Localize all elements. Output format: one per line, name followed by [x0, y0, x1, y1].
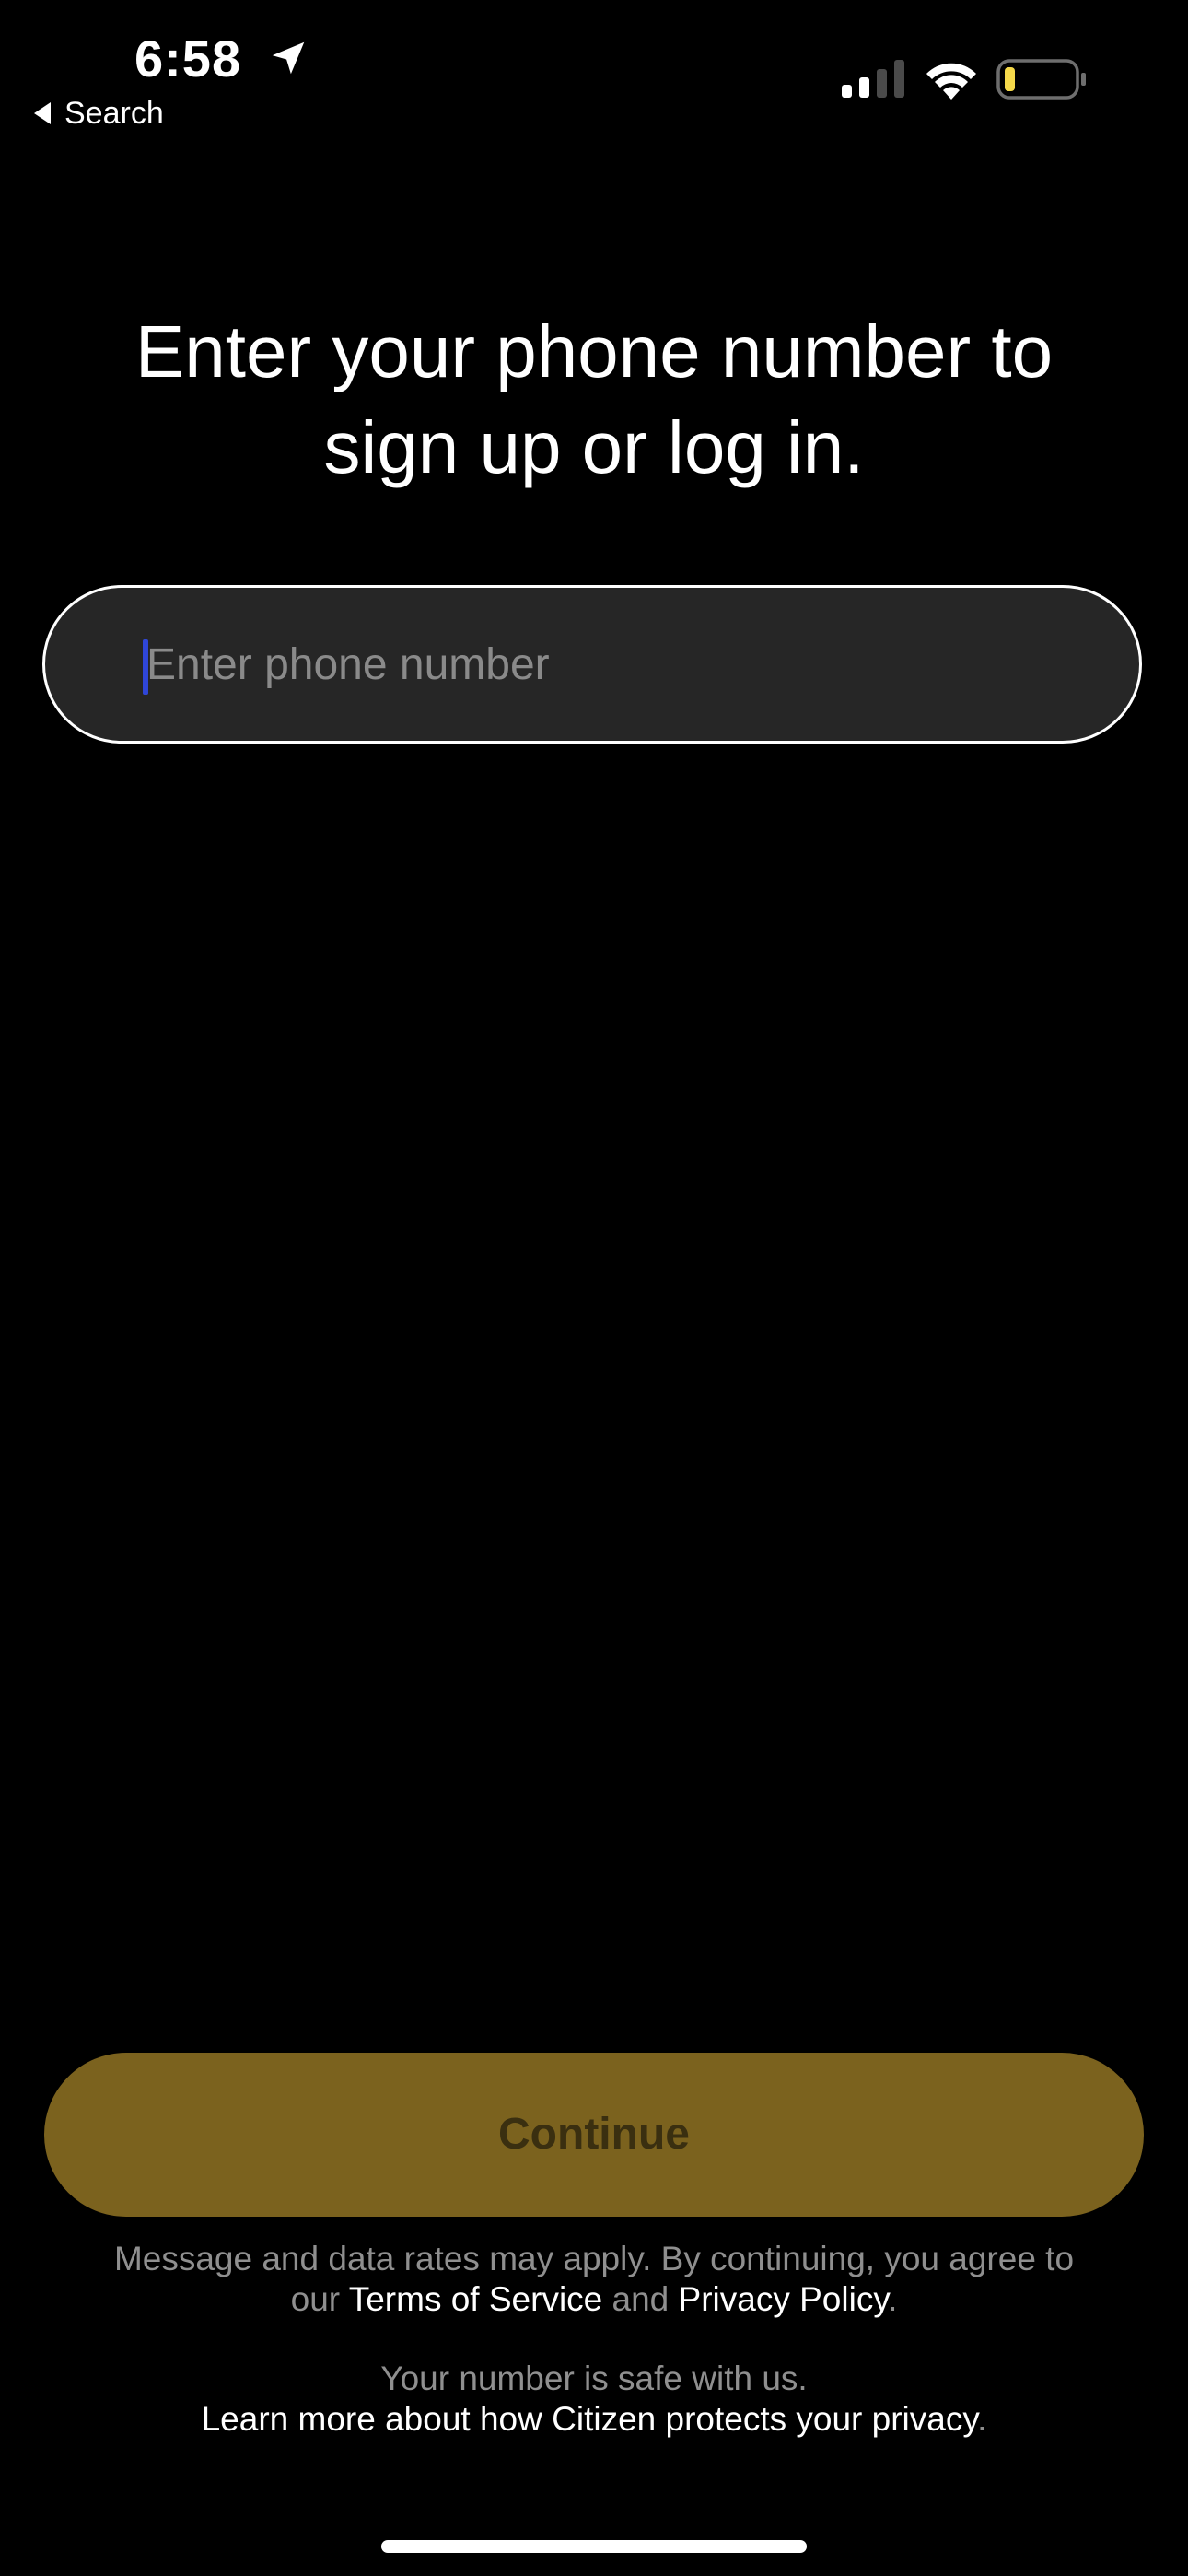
phone-number-input[interactable] — [146, 588, 1123, 741]
location-arrow-icon — [272, 41, 305, 75]
learn-more-privacy-link[interactable]: Learn more about how Citizen protects yo… — [202, 2400, 978, 2438]
privacy-policy-link[interactable]: Privacy Policy — [679, 2280, 889, 2318]
battery-level-fill — [1005, 67, 1015, 91]
page-title: Enter your phone number to sign up or lo… — [55, 304, 1133, 496]
back-triangle-icon — [34, 102, 51, 124]
phone-number-field[interactable] — [42, 585, 1142, 744]
learn-more-privacy[interactable]: Learn more about how Citizen protects yo… — [55, 2399, 1133, 2440]
legal-line2-suffix: . — [888, 2280, 898, 2318]
legal-line1: Message and data rates may apply. By con… — [113, 2240, 1075, 2277]
home-indicator[interactable] — [381, 2540, 807, 2553]
back-label: Search — [64, 96, 164, 131]
legal-line2-prefix: our — [290, 2280, 349, 2318]
cellular-signal-icon — [842, 60, 904, 98]
legal-connector: and — [602, 2280, 679, 2318]
page-title-line1: Enter your phone number to — [134, 310, 1054, 392]
battery-icon — [996, 59, 1086, 100]
wifi-icon — [926, 63, 976, 100]
continue-button[interactable]: Continue — [44, 2053, 1144, 2217]
page-title-line2: sign up or log in. — [323, 406, 865, 488]
status-time: 6:58 — [134, 29, 242, 88]
learn-more-suffix: . — [977, 2400, 987, 2438]
number-safe-note: Your number is safe with us. — [380, 2359, 808, 2397]
terms-of-service-link[interactable]: Terms of Service — [349, 2280, 603, 2318]
legal-disclaimer: Message and data rates may apply. By con… — [55, 2239, 1133, 2320]
back-to-search-link[interactable]: Search — [33, 92, 164, 135]
